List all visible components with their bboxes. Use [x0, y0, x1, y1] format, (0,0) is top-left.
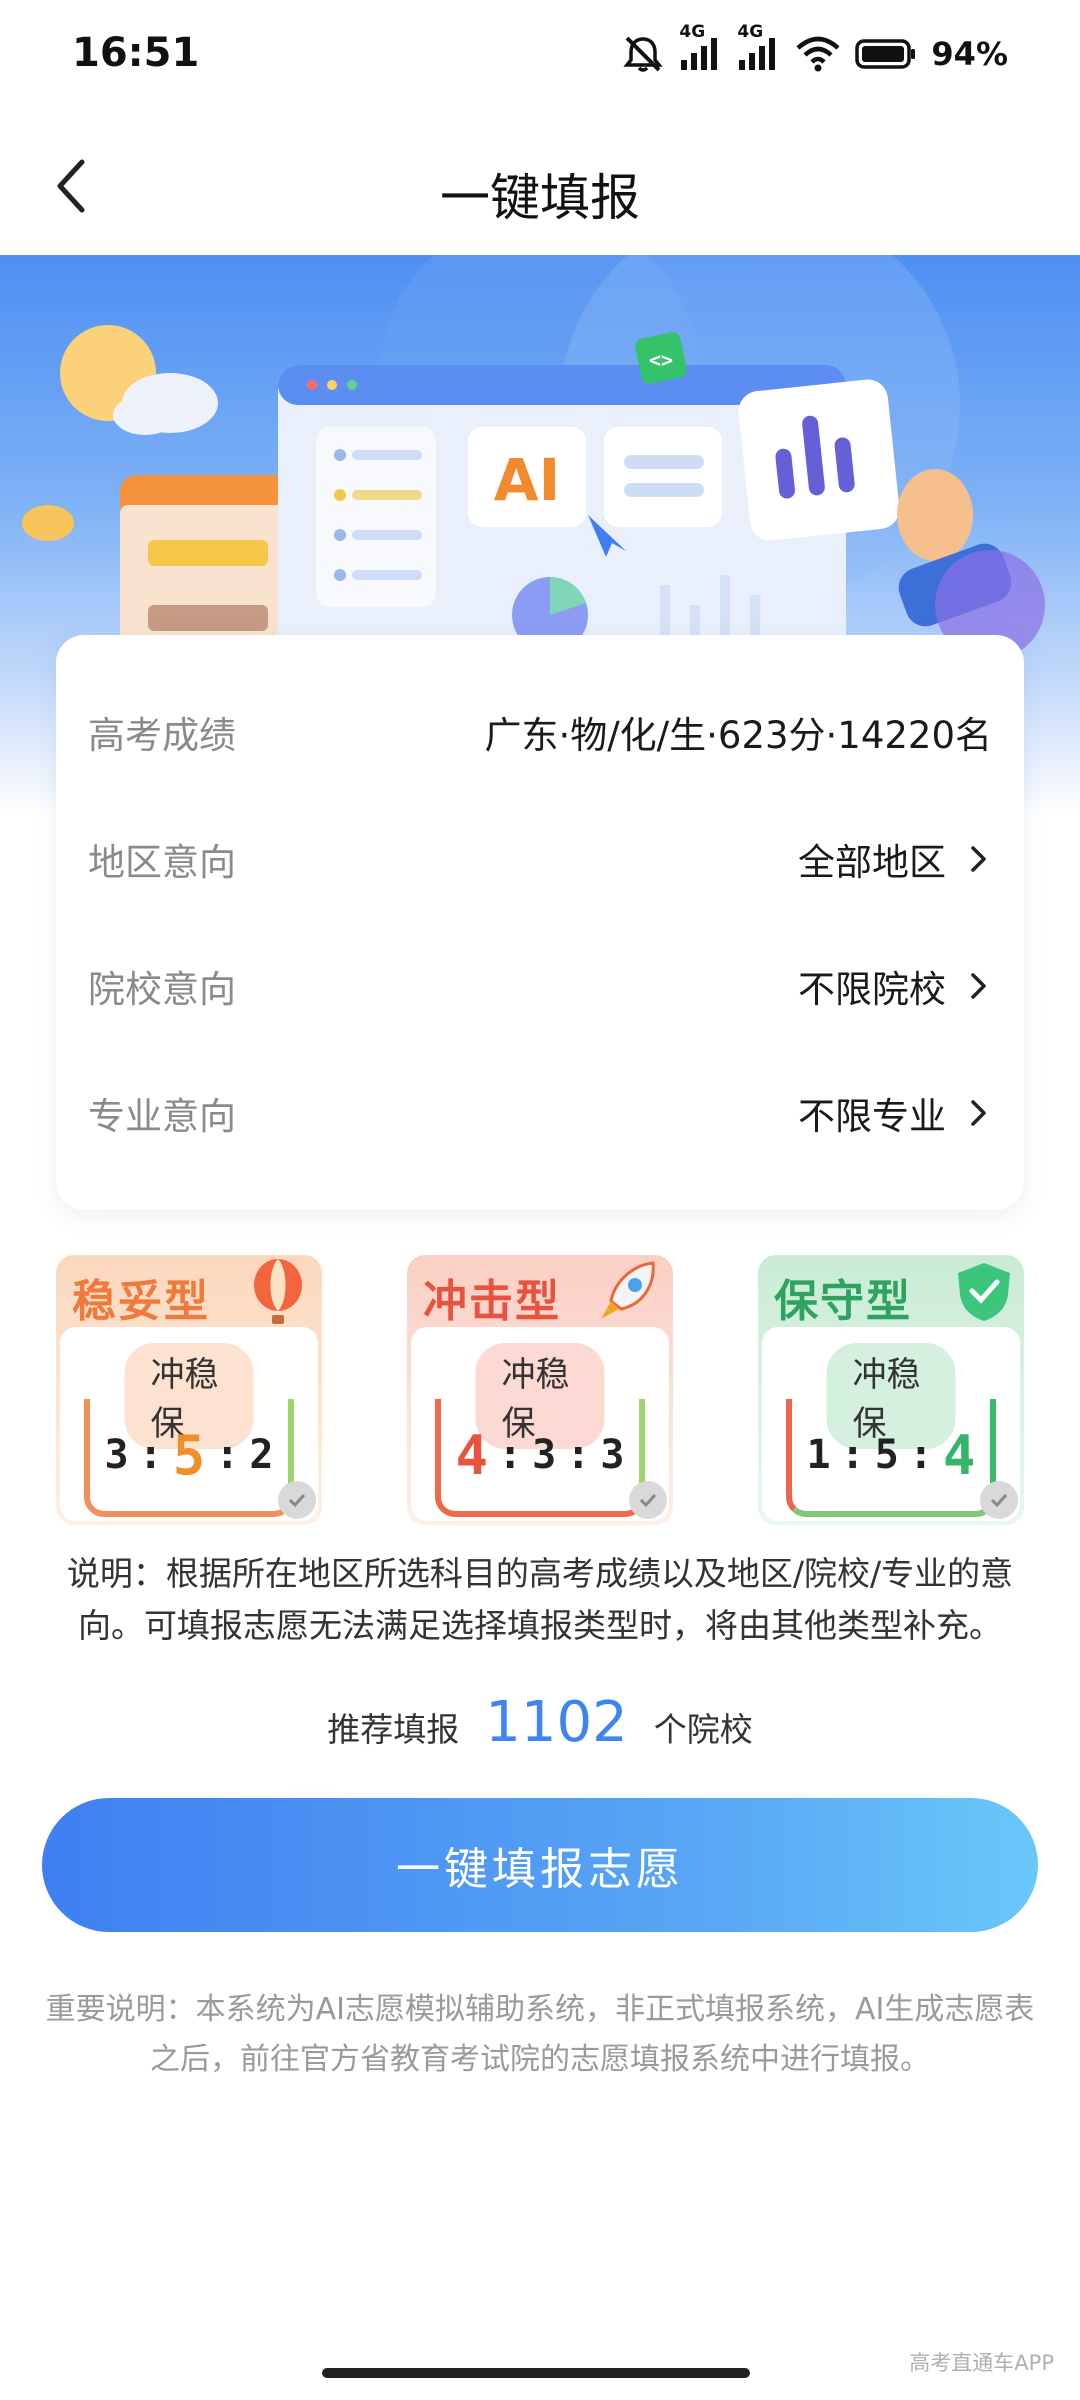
ai-label: AI — [494, 446, 560, 514]
ratio-rush: 1 — [806, 1432, 831, 1478]
ratio-steady: 3 — [532, 1432, 557, 1478]
major-row[interactable]: 专业意向 不限专业 — [88, 1073, 992, 1153]
battery-percentage: 94% — [931, 35, 1008, 73]
wifi-icon — [795, 36, 841, 72]
major-selector[interactable]: 不限专业 — [798, 1086, 992, 1140]
type-title: 冲击型 — [423, 1276, 561, 1327]
school-value: 不限院校 — [798, 968, 946, 1011]
status-bar: 16:51 4G 4G 94% — [0, 0, 1080, 120]
rocket-icon — [601, 1261, 655, 1319]
major-value: 不限专业 — [798, 1095, 946, 1138]
ratio-safe: 4 — [942, 1423, 976, 1487]
shield-icon — [958, 1263, 1010, 1321]
type-card-steady[interactable]: 稳妥型 冲稳保 3 : 5 : 2 — [56, 1255, 322, 1525]
score-row: 高考成绩 广东·物/化/生·623分·14220名 — [88, 692, 992, 772]
ratio-display: 3 : 5 : 2 — [84, 1399, 294, 1517]
recommend-count: 1102 — [485, 1690, 628, 1755]
page-title: 一键填报 — [440, 169, 640, 227]
ratio-display: 4 : 3 : 3 — [435, 1399, 645, 1517]
battery-icon — [855, 38, 917, 70]
ratio-separator: : — [215, 1432, 240, 1478]
important-notice: 重要说明：本系统为AI志愿模拟辅助系统，非正式填报系统，AI生成志愿表之后，前往… — [45, 1992, 1035, 2077]
status-time: 16:51 — [72, 30, 200, 76]
hot-air-balloon-icon — [254, 1259, 302, 1324]
description-text: 说明：根据所在地区所选科目的高考成绩以及地区/院校/专业的意向。可填报志愿无法满… — [66, 1554, 1014, 1645]
navigation-bar: 一键填报 — [0, 120, 1080, 255]
check-icon — [980, 1481, 1018, 1519]
ratio-separator: : — [840, 1432, 865, 1478]
type-card-safe[interactable]: 保守型 冲稳保 1 : 5 : 4 — [758, 1255, 1024, 1525]
ratio-display: 1 : 5 : 4 — [786, 1399, 996, 1517]
score-label: 高考成绩 — [88, 714, 236, 757]
major-label: 专业意向 — [88, 1095, 236, 1138]
ratio-separator: : — [498, 1432, 523, 1478]
ratio-separator: : — [138, 1432, 163, 1478]
school-selector[interactable]: 不限院校 — [798, 959, 992, 1013]
check-icon — [629, 1481, 667, 1519]
mute-bell-icon — [621, 34, 665, 74]
network-type-label: 4G — [679, 22, 706, 42]
signal-icon: 4G — [737, 22, 781, 72]
check-icon — [278, 1481, 316, 1519]
recommend-prefix: 推荐填报 — [327, 1710, 460, 1749]
status-icons: 4G 4G 94% — [621, 22, 1008, 74]
school-row[interactable]: 院校意向 不限院校 — [88, 946, 992, 1026]
chevron-right-icon — [971, 973, 986, 999]
recommend-summary: 推荐填报 1102 个院校 — [0, 1690, 1080, 1755]
ratio-rush: 4 — [455, 1423, 489, 1487]
network-type-label: 4G — [737, 22, 764, 42]
code-badge: <> — [649, 348, 673, 372]
score-value: 广东·物/化/生·623分·14220名 — [484, 714, 992, 757]
region-selector[interactable]: 全部地区 — [798, 832, 992, 886]
ratio-separator: : — [566, 1432, 591, 1478]
region-row[interactable]: 地区意向 全部地区 — [88, 819, 992, 899]
chevron-right-icon — [971, 846, 986, 872]
ratio-steady: 5 — [172, 1423, 206, 1487]
type-title: 保守型 — [774, 1276, 912, 1327]
one-click-fill-button[interactable]: 一键填报志愿 — [42, 1798, 1038, 1932]
ratio-rush: 3 — [104, 1432, 129, 1478]
region-value: 全部地区 — [798, 841, 946, 884]
ratio-steady: 5 — [874, 1432, 899, 1478]
ratio-separator: : — [908, 1432, 933, 1478]
watermark: 高考直通车APP — [909, 2351, 1054, 2375]
chevron-right-icon — [971, 1100, 986, 1126]
ratio-safe: 3 — [600, 1432, 625, 1478]
ratio-safe: 2 — [249, 1432, 274, 1478]
type-card-rush[interactable]: 冲击型 冲稳保 4 : 3 : 3 — [407, 1255, 673, 1525]
type-title: 稳妥型 — [72, 1276, 210, 1327]
exam-info-card: 高考成绩 广东·物/化/生·623分·14220名 地区意向 全部地区 院校意向… — [56, 635, 1024, 1210]
region-label: 地区意向 — [88, 841, 236, 884]
signal-icon: 4G — [679, 22, 723, 72]
home-indicator[interactable] — [322, 2368, 750, 2378]
recommend-suffix: 个院校 — [653, 1710, 753, 1749]
school-label: 院校意向 — [88, 968, 236, 1011]
